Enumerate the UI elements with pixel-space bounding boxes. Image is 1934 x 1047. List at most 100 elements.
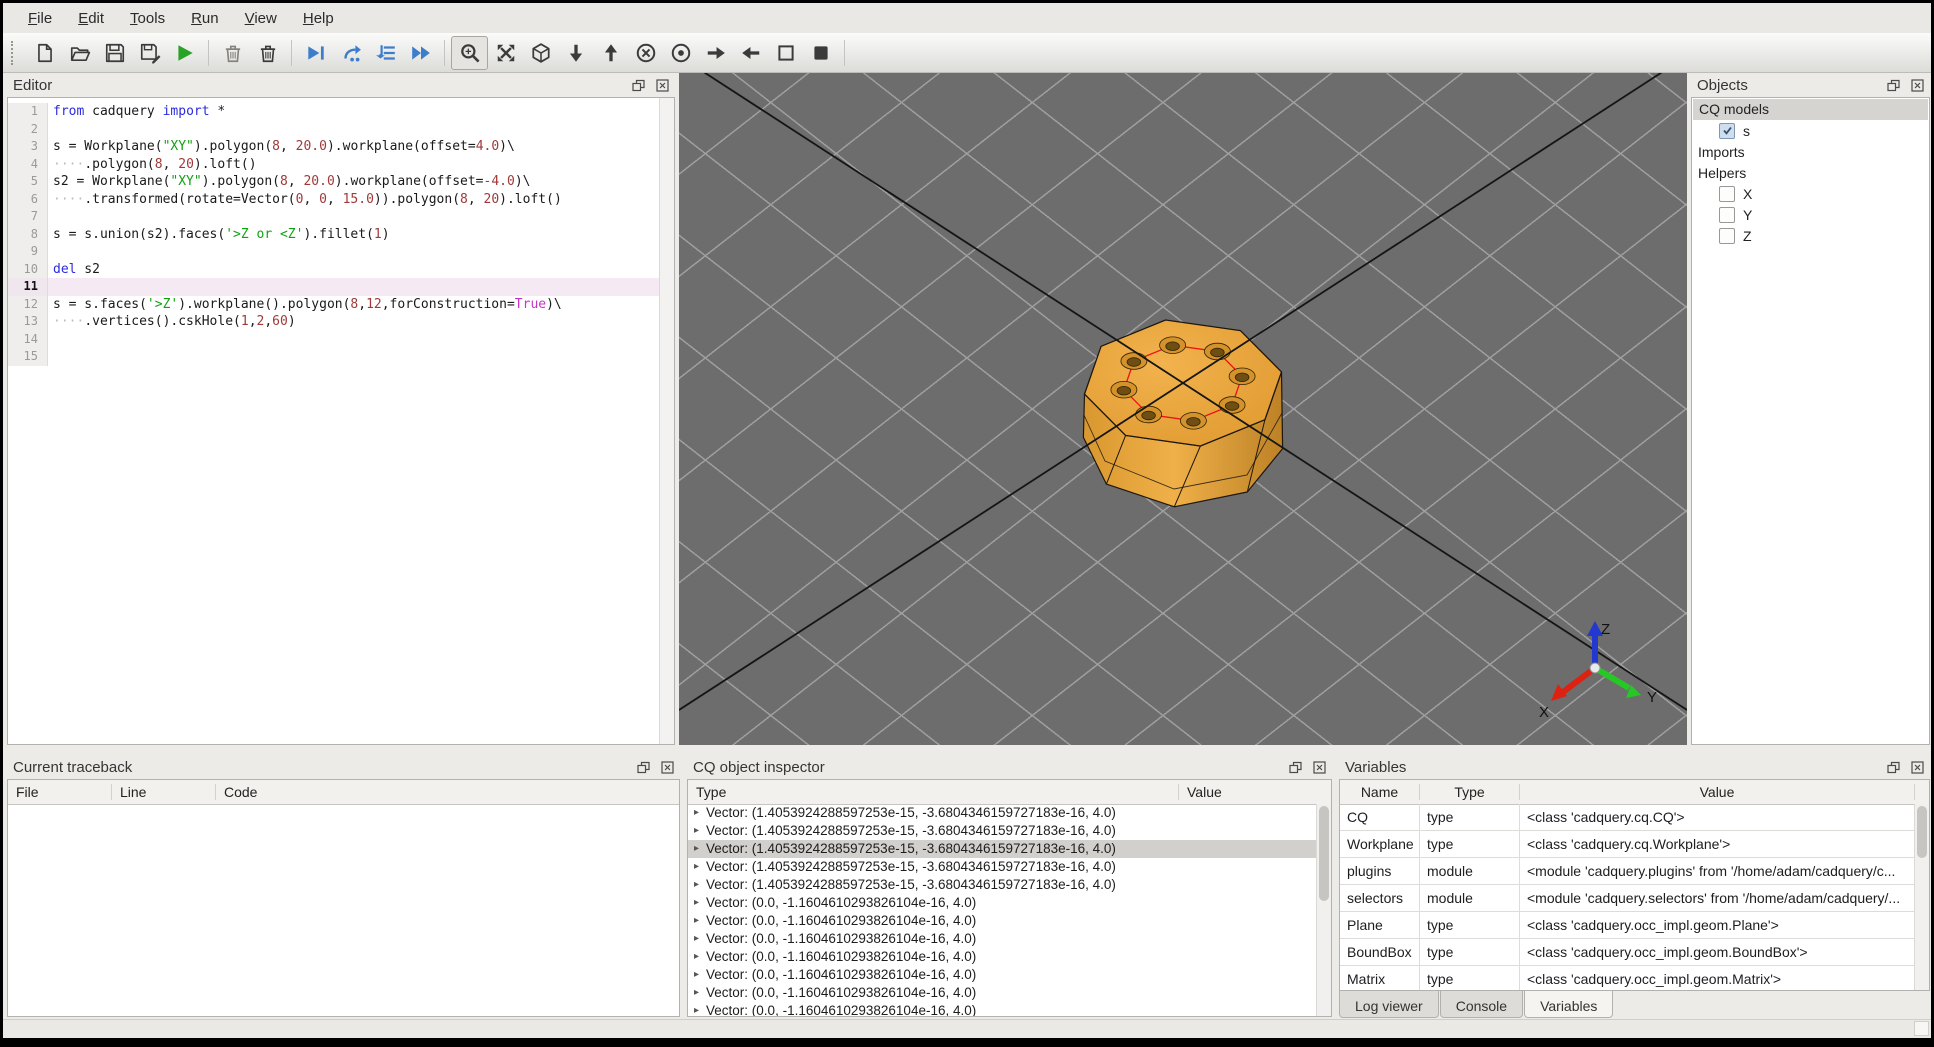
cad-model[interactable]: [1053, 293, 1313, 513]
menu-file[interactable]: File: [15, 5, 65, 32]
variable-row[interactable]: Matrix type <class 'cadquery.occ_impl.geom…: [1340, 966, 1915, 990]
view-bottom-button[interactable]: [558, 37, 593, 69]
menu-view[interactable]: View: [232, 5, 290, 32]
close-panel-button[interactable]: [1909, 77, 1926, 93]
tab-console[interactable]: Console: [1439, 991, 1524, 1018]
step-next-button[interactable]: [298, 37, 333, 69]
fit-all-button[interactable]: [488, 37, 523, 69]
column-header-type[interactable]: Type: [1420, 784, 1520, 800]
toolbar-drag-handle[interactable]: [11, 40, 19, 65]
inspector-row[interactable]: ▸ Vector: (1.4053924288597253e-15, -3.680…: [688, 822, 1317, 840]
float-panel-button[interactable]: [1287, 759, 1304, 775]
float-panel-button[interactable]: [1885, 759, 1902, 775]
expand-arrow-icon[interactable]: ▸: [694, 876, 699, 894]
menu-tools[interactable]: Tools: [117, 5, 178, 32]
expand-arrow-icon[interactable]: ▸: [694, 858, 699, 876]
inspector-scrollbar[interactable]: [1316, 804, 1331, 1016]
view-front-button[interactable]: [628, 37, 663, 69]
menu-edit[interactable]: Edit: [65, 5, 117, 32]
float-panel-button[interactable]: [1885, 77, 1902, 93]
model-s-checkbox[interactable]: [1719, 122, 1735, 139]
view-right-button[interactable]: [698, 37, 733, 69]
save-button[interactable]: [97, 37, 132, 69]
column-header-value[interactable]: Value: [1520, 784, 1915, 800]
helper-x-checkbox[interactable]: [1719, 185, 1735, 202]
fit-view-button[interactable]: [451, 35, 488, 70]
close-panel-button[interactable]: [1311, 759, 1328, 775]
float-panel-button[interactable]: [635, 759, 652, 775]
resize-grip[interactable]: [1914, 1021, 1929, 1036]
tab-log-viewer[interactable]: Log viewer: [1339, 991, 1439, 1018]
inspector-row[interactable]: ▸ Vector: (1.4053924288597253e-15, -3.680…: [688, 804, 1317, 822]
debug-delete-all-button[interactable]: [250, 37, 285, 69]
viewport-3d[interactable]: Z X Y: [679, 73, 1687, 745]
close-panel-button[interactable]: [659, 759, 676, 775]
step-return-button[interactable]: [368, 37, 403, 69]
tree-group-imports[interactable]: Imports: [1692, 141, 1929, 162]
tree-item-model-s[interactable]: s: [1692, 120, 1929, 141]
variable-row[interactable]: Plane type <class 'cadquery.occ_impl.geom.…: [1340, 912, 1915, 939]
view-left-button[interactable]: [733, 37, 768, 69]
continue-button[interactable]: [403, 37, 438, 69]
close-panel-button[interactable]: [1909, 759, 1926, 775]
debug-delete-button[interactable]: [215, 37, 250, 69]
view-back-button[interactable]: [663, 37, 698, 69]
inspector-row[interactable]: ▸ Vector: (0.0, -1.1604610293826104e-16, …: [688, 984, 1317, 1002]
step-into-button[interactable]: [333, 37, 368, 69]
menu-run[interactable]: Run: [178, 5, 232, 32]
code-editor[interactable]: 1 from cadquery import * 2 3 s = Workplane("…: [7, 97, 675, 745]
inspector-row[interactable]: ▸ Vector: (0.0, -1.1604610293826104e-16, …: [688, 912, 1317, 930]
column-header-value[interactable]: Value: [1179, 784, 1331, 800]
shaded-button[interactable]: [803, 37, 838, 69]
inspector-row[interactable]: ▸ Vector: (0.0, -1.1604610293826104e-16, …: [688, 930, 1317, 948]
editor-scrollbar[interactable]: [659, 98, 674, 744]
tree-item-helper-x[interactable]: X: [1692, 183, 1929, 204]
inspector-row[interactable]: ▸ Vector: (1.4053924288597253e-15, -3.680…: [688, 876, 1317, 894]
column-header-line[interactable]: Line: [112, 784, 216, 800]
variable-row[interactable]: Workplane type <class 'cadquery.cq.Workpla…: [1340, 831, 1915, 858]
expand-arrow-icon[interactable]: ▸: [694, 804, 699, 822]
open-file-button[interactable]: [62, 37, 97, 69]
column-header-code[interactable]: Code: [216, 784, 679, 800]
inspector-row[interactable]: ▸ Vector: (0.0, -1.1604610293826104e-16, …: [688, 966, 1317, 984]
expand-arrow-icon[interactable]: ▸: [694, 840, 699, 858]
expand-arrow-icon[interactable]: ▸: [694, 966, 699, 984]
variable-row[interactable]: CQ type <class 'cadquery.cq.CQ'>: [1340, 804, 1915, 831]
iso-view-button[interactable]: [523, 37, 558, 69]
expand-arrow-icon[interactable]: ▸: [694, 930, 699, 948]
expand-arrow-icon[interactable]: ▸: [694, 948, 699, 966]
save-as-button[interactable]: [132, 37, 167, 69]
menu-help[interactable]: Help: [290, 5, 347, 32]
expand-arrow-icon[interactable]: ▸: [694, 984, 699, 1002]
expand-arrow-icon[interactable]: ▸: [694, 894, 699, 912]
view-top-button[interactable]: [593, 37, 628, 69]
scrollbar-thumb[interactable]: [1319, 806, 1329, 902]
expand-arrow-icon[interactable]: ▸: [694, 1002, 699, 1016]
helper-y-checkbox[interactable]: [1719, 206, 1735, 223]
inspector-row[interactable]: ▸ Vector: (0.0, -1.1604610293826104e-16, …: [688, 948, 1317, 966]
variable-row[interactable]: BoundBox type <class 'cadquery.occ_impl.ge…: [1340, 939, 1915, 966]
variables-scrollbar[interactable]: [1914, 804, 1929, 990]
expand-arrow-icon[interactable]: ▸: [694, 912, 699, 930]
inspector-row[interactable]: ▸ Vector: (0.0, -1.1604610293826104e-16, …: [688, 894, 1317, 912]
tree-group-cq-models[interactable]: CQ models: [1693, 99, 1928, 120]
tree-item-helper-y[interactable]: Y: [1692, 204, 1929, 225]
scrollbar-thumb[interactable]: [1917, 806, 1927, 859]
inspector-row[interactable]: ▸ Vector: (1.4053924288597253e-15, -3.680…: [688, 858, 1317, 876]
tree-item-helper-z[interactable]: Z: [1692, 225, 1929, 246]
wireframe-button[interactable]: [768, 37, 803, 69]
column-header-file[interactable]: File: [8, 784, 112, 800]
column-header-name[interactable]: Name: [1340, 784, 1420, 800]
variable-row[interactable]: selectors module <module 'cadquery.selecto…: [1340, 885, 1915, 912]
variable-row[interactable]: plugins module <module 'cadquery.plugins' …: [1340, 858, 1915, 885]
tree-group-helpers[interactable]: Helpers: [1692, 162, 1929, 183]
float-panel-button[interactable]: [630, 77, 647, 93]
inspector-row[interactable]: ▸ Vector: (0.0, -1.1604610293826104e-16, …: [688, 1002, 1317, 1016]
new-file-button[interactable]: [27, 37, 62, 69]
run-button[interactable]: [167, 37, 202, 69]
tab-variables[interactable]: Variables: [1524, 991, 1614, 1018]
column-header-type[interactable]: Type: [688, 784, 1179, 800]
inspector-row[interactable]: ▸ Vector: (1.4053924288597253e-15, -3.680…: [688, 840, 1317, 858]
helper-z-checkbox[interactable]: [1719, 227, 1735, 244]
expand-arrow-icon[interactable]: ▸: [694, 822, 699, 840]
